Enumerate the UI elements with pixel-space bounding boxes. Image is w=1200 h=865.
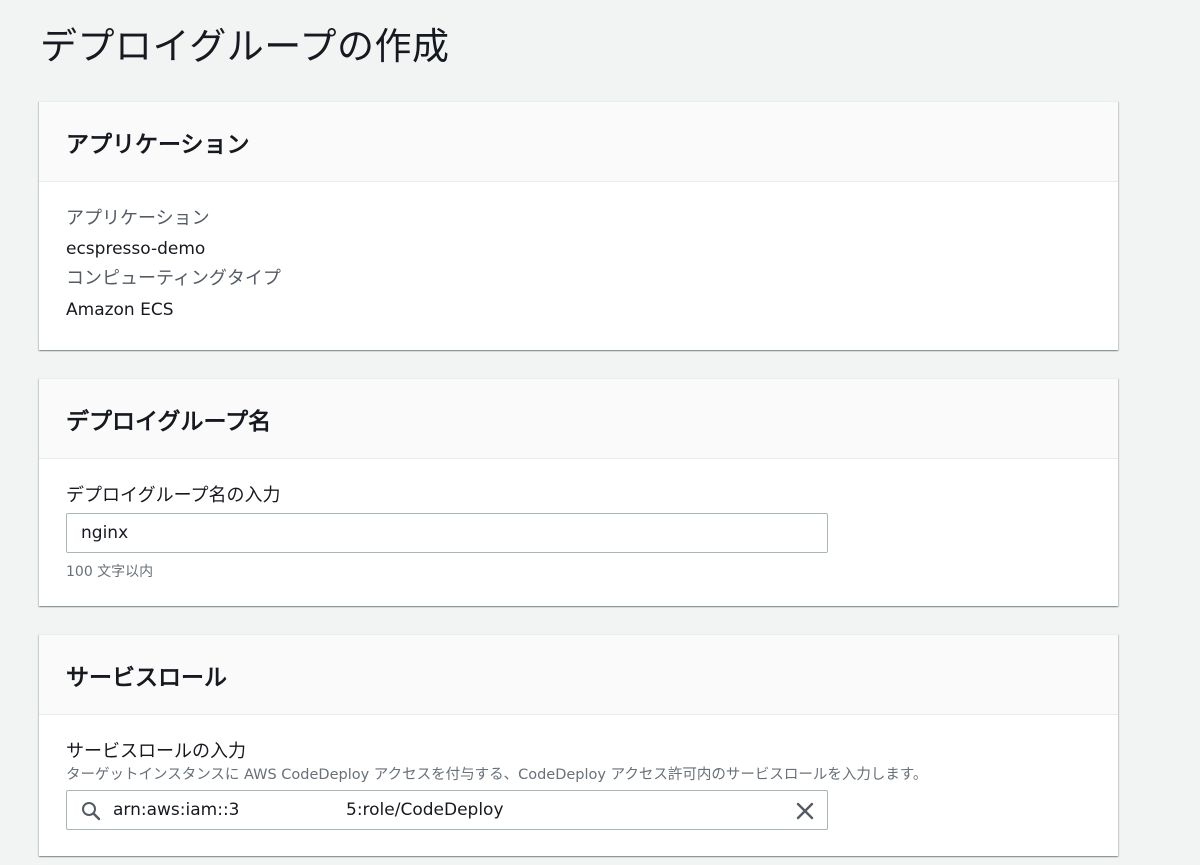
deployment-group-name-panel-title: デプロイグループ名 xyxy=(66,408,272,435)
service-role-search-input[interactable]: arn:aws:iam::3 5:role/CodeDeploy xyxy=(66,790,828,830)
service-role-panel-header: サービスロール xyxy=(39,635,1118,715)
service-role-value-suffix: 5:role/CodeDeploy xyxy=(346,800,504,820)
service-role-panel: サービスロール サービスロールの入力 ターゲットインスタンスに AWS Code… xyxy=(39,634,1118,856)
page-title: デプロイグループの作成 xyxy=(40,25,450,68)
close-icon[interactable] xyxy=(795,801,815,821)
deployment-group-name-constraint: 100 文字以内 xyxy=(66,564,154,580)
compute-type-label: コンピューティングタイプ xyxy=(66,268,281,289)
application-panel-header: アプリケーション xyxy=(39,102,1118,182)
deployment-group-name-input-value: nginx xyxy=(81,523,129,543)
application-value: ecspresso-demo xyxy=(66,239,206,259)
page: デプロイグループの作成 アプリケーション アプリケーション ecspresso-… xyxy=(0,0,1200,865)
deployment-group-name-input[interactable]: nginx xyxy=(66,513,828,553)
deployment-group-name-panel-header: デプロイグループ名 xyxy=(39,379,1118,459)
service-role-label: サービスロールの入力 xyxy=(66,741,246,762)
application-panel: アプリケーション アプリケーション ecspresso-demo コンピューティ… xyxy=(39,101,1118,350)
deployment-group-name-label: デプロイグループ名の入力 xyxy=(66,485,281,506)
search-icon xyxy=(82,802,101,821)
service-role-description: ターゲットインスタンスに AWS CodeDeploy アクセスを付与する、Co… xyxy=(66,767,928,783)
service-role-value-prefix: arn:aws:iam::3 xyxy=(113,800,240,820)
deployment-group-name-panel: デプロイグループ名 デプロイグループ名の入力 nginx 100 文字以内 xyxy=(39,378,1118,606)
compute-type-value: Amazon ECS xyxy=(66,300,174,320)
application-label: アプリケーション xyxy=(66,208,210,229)
application-panel-title: アプリケーション xyxy=(66,131,250,158)
service-role-panel-title: サービスロール xyxy=(66,664,227,691)
